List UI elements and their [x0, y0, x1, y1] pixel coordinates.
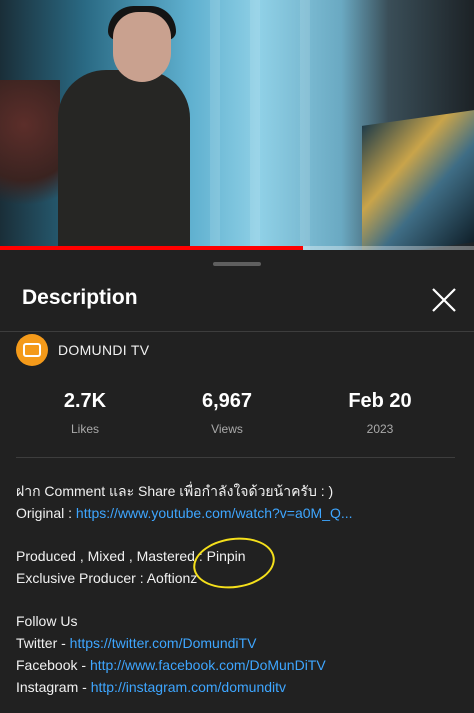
divider: [0, 331, 474, 332]
curtain-stripe: [250, 0, 260, 250]
divider: [16, 457, 455, 458]
instagram-link[interactable]: http://instagram.com/domunditv: [91, 679, 286, 695]
twitter-link[interactable]: https://twitter.com/DomundiTV: [70, 635, 257, 651]
channel-name[interactable]: DOMUNDI TV: [58, 342, 149, 358]
progress-fill: [0, 246, 304, 250]
video-plant: [0, 80, 60, 230]
description-panel: Description DOMUNDI TV 2.7K Likes 6,967 …: [0, 252, 474, 713]
facebook-label: Facebook -: [16, 657, 90, 673]
close-icon: [432, 288, 456, 312]
close-button[interactable]: [426, 282, 462, 318]
facebook-link[interactable]: http://www.facebook.com/DoMunDiTV: [90, 657, 326, 673]
description-follow: Follow Us: [16, 613, 78, 629]
description-facebook: Facebook - http://www.facebook.com/DoMun…: [16, 654, 462, 676]
channel-row[interactable]: DOMUNDI TV: [16, 334, 266, 366]
channel-logo-icon: [23, 343, 41, 357]
video-person-head: [113, 12, 171, 82]
description-text: ฝาก Comment และ Share เพื่อกำลังใจด้วยน้…: [16, 480, 462, 698]
upload-year: 2023: [366, 422, 394, 436]
original-label: Original :: [16, 505, 76, 521]
instagram-label: Instagram -: [16, 679, 91, 695]
panel-title: Description: [22, 286, 138, 309]
description-twitter: Twitter - https://twitter.com/DomundiTV: [16, 632, 462, 654]
description-instagram: Instagram - http://instagram.com/domundi…: [16, 676, 462, 698]
curtain-stripe: [300, 0, 310, 250]
views-count: 6,967: [201, 390, 253, 412]
stat-views: 6,967 Views: [167, 390, 287, 436]
video-painting: [362, 110, 474, 250]
views-label: Views: [211, 422, 243, 436]
curtain-stripe: [210, 0, 220, 250]
description-line: ฝาก Comment และ Share เพื่อกำลังใจด้วยน้…: [16, 483, 334, 499]
original-link[interactable]: https://www.youtube.com/watch?v=a0M_Q...: [76, 505, 353, 521]
progress-bar[interactable]: [0, 246, 474, 250]
video-person: [58, 70, 190, 250]
description-produced: Produced , Mixed , Mastered : Pinpin: [16, 548, 246, 564]
upload-date: Feb 20: [348, 390, 412, 412]
description-exclusive: Exclusive Producer : Aoftionz: [16, 570, 198, 586]
stat-likes: 2.7K Likes: [25, 390, 145, 436]
drag-handle[interactable]: [213, 262, 261, 266]
video-player[interactable]: [0, 0, 474, 250]
likes-count: 2.7K: [63, 390, 107, 412]
channel-avatar[interactable]: [16, 334, 48, 366]
twitter-label: Twitter -: [16, 635, 70, 651]
description-original: Original : https://www.youtube.com/watch…: [16, 502, 462, 524]
likes-label: Likes: [70, 422, 99, 436]
stat-date: Feb 20 2023: [320, 390, 440, 436]
